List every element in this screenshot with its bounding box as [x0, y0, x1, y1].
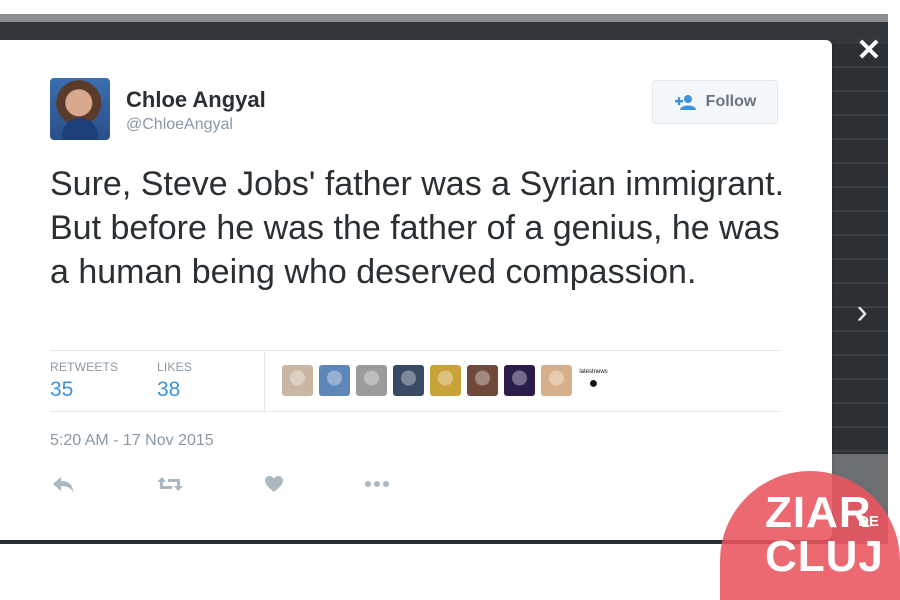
likes-count[interactable]: 38 [157, 378, 180, 402]
watermark-line1: ZIAR [765, 488, 872, 537]
author-name[interactable]: Chloe Angyal [126, 87, 266, 113]
liker-avatar[interactable] [319, 365, 350, 396]
avatar-body [62, 118, 98, 140]
retweets-count[interactable]: 35 [50, 378, 73, 402]
follow-label: Follow [705, 93, 757, 110]
tweet-timestamp[interactable]: 5:20 AM - 17 Nov 2015 [50, 432, 214, 450]
follow-button[interactable]: Follow [652, 80, 778, 124]
liker-avatar[interactable] [430, 365, 461, 396]
author-handle[interactable]: @ChloeAngyal [126, 116, 233, 134]
latestnews-logo[interactable]: latestnews ● [578, 365, 609, 396]
author-avatar[interactable] [50, 78, 110, 140]
follow-person-icon [674, 94, 698, 110]
backdrop-shelf [828, 44, 888, 454]
stats-divider-bottom [50, 411, 780, 412]
liker-avatar[interactable] [504, 365, 535, 396]
apple-icon: ● [588, 375, 599, 392]
tweet-card: Chloe Angyal @ChloeAngyal Follow Sure, S… [0, 40, 832, 540]
chevron-right-icon[interactable]: › [848, 292, 876, 332]
liker-avatar[interactable] [356, 365, 387, 396]
backdrop-topbar [0, 14, 888, 22]
like-icon[interactable] [262, 472, 286, 496]
watermark-line2: DE [858, 513, 879, 530]
likes-label: LIKES [157, 360, 193, 374]
retweets-label: RETWEETS [50, 360, 119, 374]
reply-icon[interactable] [50, 472, 76, 496]
more-icon[interactable] [363, 472, 391, 496]
liker-avatar[interactable] [393, 365, 424, 396]
stats-divider-top [50, 350, 780, 351]
liker-avatars: latestnews ● [282, 365, 609, 396]
liker-avatar[interactable] [467, 365, 498, 396]
retweet-icon[interactable] [155, 472, 185, 496]
tweet-text: Sure, Steve Jobs' father was a Syrian im… [50, 165, 785, 291]
close-icon[interactable]: ✕ [854, 36, 884, 66]
liker-avatar[interactable] [541, 365, 572, 396]
watermark-line3: CLUJ [765, 532, 884, 581]
stats-vertical-divider [264, 351, 265, 411]
liker-avatar[interactable] [282, 365, 313, 396]
